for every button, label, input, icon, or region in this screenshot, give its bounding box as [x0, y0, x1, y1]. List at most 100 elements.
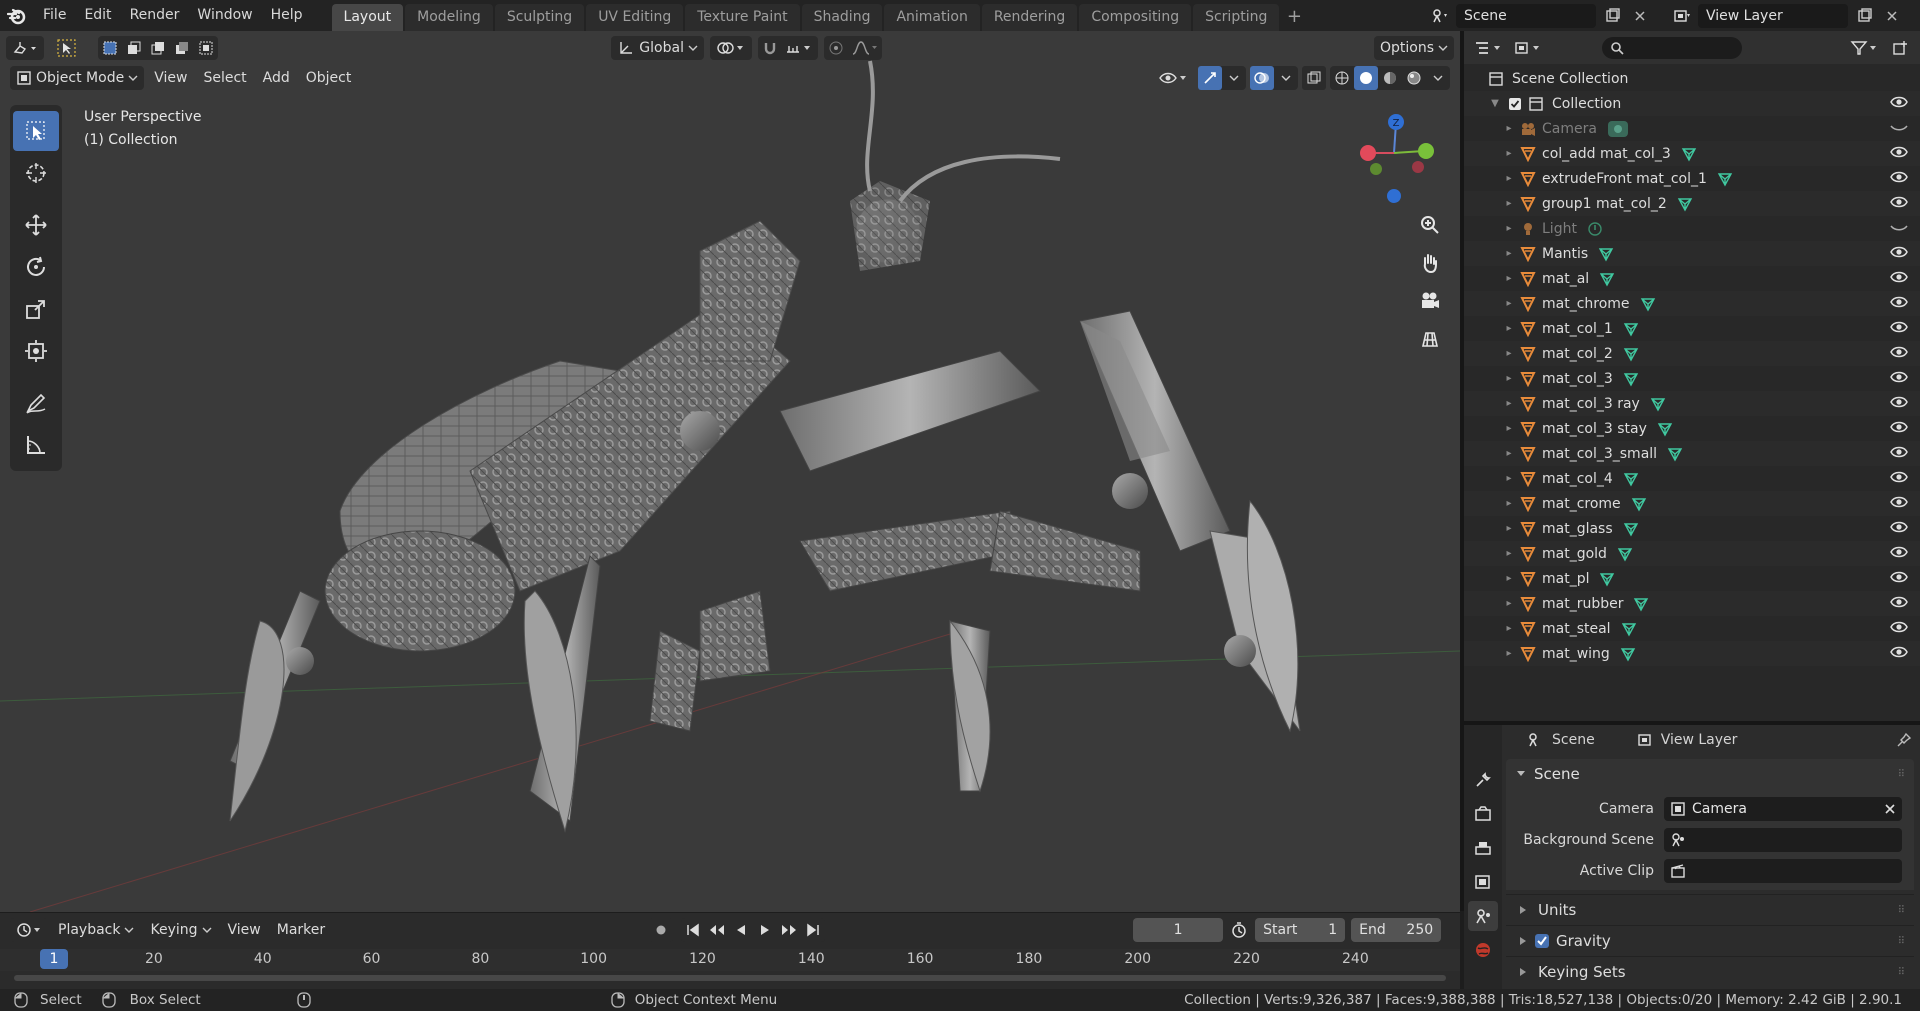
outliner-item[interactable]: ▸ mat_steal	[1464, 616, 1920, 641]
expand-arrow-icon[interactable]: ▸	[1502, 198, 1516, 209]
outliner-collection[interactable]: ▼ Collection	[1464, 91, 1920, 116]
eye-icon[interactable]	[1890, 320, 1908, 334]
expand-arrow-icon[interactable]: ▸	[1502, 123, 1516, 134]
expand-arrow-icon[interactable]: ▸	[1502, 173, 1516, 184]
mesh-data-icon[interactable]	[1640, 296, 1656, 312]
measure-tool-icon[interactable]	[13, 425, 59, 465]
light-data-icon[interactable]	[1587, 221, 1603, 237]
start-frame-field[interactable]: Start 1	[1255, 918, 1346, 942]
mesh-data-icon[interactable]	[1623, 521, 1639, 537]
new-view-layer-icon[interactable]	[1852, 4, 1876, 28]
eye-icon[interactable]	[1890, 170, 1908, 184]
play-icon[interactable]	[753, 918, 777, 942]
mesh-data-icon[interactable]	[1657, 421, 1673, 437]
outliner-item[interactable]: ▸ mat_col_2	[1464, 341, 1920, 366]
eye-icon[interactable]	[1890, 520, 1908, 534]
eye-icon[interactable]	[1890, 570, 1908, 584]
options-dropdown[interactable]: Options	[1373, 36, 1454, 60]
outliner-item[interactable]: ▸ mat_crome	[1464, 491, 1920, 516]
expand-arrow-icon[interactable]: ▸	[1502, 498, 1516, 509]
3d-viewport[interactable]: Global Options Object Mode View Select A…	[0, 31, 1460, 912]
view-layer-icon[interactable]	[1670, 4, 1694, 28]
eye-icon[interactable]	[1890, 620, 1908, 634]
outliner-search-input[interactable]	[1602, 36, 1742, 59]
outliner-item[interactable]: ▸ mat_rubber	[1464, 591, 1920, 616]
menu-add[interactable]: Add	[257, 66, 296, 90]
mesh-data-icon[interactable]	[1681, 146, 1697, 162]
tab-scripting[interactable]: Scripting	[1193, 4, 1280, 31]
mesh-data-icon[interactable]	[1667, 446, 1683, 462]
expand-arrow-icon[interactable]: ▸	[1502, 623, 1516, 634]
zoom-icon[interactable]	[1414, 209, 1446, 241]
view-layer-tab-icon[interactable]	[1468, 867, 1498, 897]
gizmo-neg-x-axis[interactable]	[1412, 161, 1424, 173]
view-layer-field[interactable]: View Layer	[1698, 3, 1848, 28]
gizmo-icon[interactable]	[1198, 66, 1222, 90]
expand-arrow-icon[interactable]: ▸	[1502, 248, 1516, 259]
camera-field[interactable]: Camera	[1664, 796, 1902, 821]
eye-icon[interactable]	[1890, 645, 1908, 659]
expand-arrow-icon[interactable]: ▸	[1502, 648, 1516, 659]
prev-keyframe-icon[interactable]	[705, 918, 729, 942]
menu-select[interactable]: Select	[197, 66, 252, 90]
falloff-curve-icon[interactable]	[848, 36, 882, 60]
expand-arrow-icon[interactable]: ▸	[1502, 548, 1516, 559]
current-frame-indicator[interactable]: 1	[40, 949, 68, 969]
timeline-scrollbar[interactable]	[14, 975, 1446, 981]
eye-icon[interactable]	[1890, 95, 1908, 109]
menu-render[interactable]: Render	[121, 0, 189, 31]
cursor-tool-icon[interactable]	[13, 153, 59, 193]
xray-toggle-icon[interactable]	[1302, 66, 1326, 90]
mesh-data-icon[interactable]	[1717, 171, 1733, 187]
outliner-item[interactable]: ▸ mat_col_3	[1464, 366, 1920, 391]
expand-arrow-icon[interactable]: ▸	[1502, 398, 1516, 409]
mesh-data-icon[interactable]	[1623, 471, 1639, 487]
drag-handle-icon[interactable]: ⠿	[1898, 905, 1905, 916]
scene-icon[interactable]	[1428, 4, 1452, 28]
pin-icon[interactable]	[1896, 732, 1912, 748]
tab-sculpting[interactable]: Sculpting	[494, 4, 585, 31]
tab-texture-paint[interactable]: Texture Paint	[685, 4, 800, 31]
playback-dropdown[interactable]: Playback	[52, 918, 140, 942]
material-shading-icon[interactable]	[1378, 66, 1402, 90]
mesh-data-icon[interactable]	[1633, 596, 1649, 612]
gizmo-x-axis[interactable]	[1360, 145, 1376, 161]
outliner-item[interactable]: ▸ mat_col_3_small	[1464, 441, 1920, 466]
tab-compositing[interactable]: Compositing	[1079, 4, 1192, 31]
expand-arrow-icon[interactable]: ▸	[1502, 273, 1516, 284]
mesh-data-icon[interactable]	[1623, 346, 1639, 362]
chevron-down-icon[interactable]	[1426, 66, 1450, 90]
expand-arrow-icon[interactable]: ▼	[1488, 98, 1502, 109]
tab-modeling[interactable]: Modeling	[405, 4, 493, 31]
camera-view-icon[interactable]	[1414, 285, 1446, 317]
eye-closed-icon[interactable]	[1890, 220, 1908, 234]
mesh-data-icon[interactable]	[1650, 396, 1666, 412]
solid-shading-icon[interactable]	[1354, 66, 1378, 90]
visibility-dropdown[interactable]	[1152, 66, 1194, 90]
jump-end-icon[interactable]	[801, 918, 825, 942]
annotate-tool-icon[interactable]	[13, 383, 59, 423]
transform-orientation-dropdown[interactable]: Global	[611, 36, 704, 60]
preview-range-icon[interactable]	[1227, 918, 1251, 942]
gizmo-neg-y-axis[interactable]	[1370, 163, 1382, 175]
select-extend-icon[interactable]	[122, 36, 146, 60]
mesh-data-icon[interactable]	[1599, 571, 1615, 587]
expand-arrow-icon[interactable]: ▸	[1502, 598, 1516, 609]
outliner-editor-type-icon[interactable]	[1472, 36, 1506, 60]
eye-icon[interactable]	[1890, 445, 1908, 459]
mesh-data-icon[interactable]	[1631, 496, 1647, 512]
overlays-icon[interactable]	[1250, 66, 1274, 90]
mesh-data-icon[interactable]	[1623, 371, 1639, 387]
select-subtract-icon[interactable]	[146, 36, 170, 60]
eye-icon[interactable]	[1890, 345, 1908, 359]
display-mode-icon[interactable]	[1512, 36, 1546, 60]
keying-dropdown[interactable]: Keying	[144, 918, 217, 942]
chevron-down-icon[interactable]	[1222, 66, 1246, 90]
outliner-item[interactable]: ▸ Mantis	[1464, 241, 1920, 266]
new-collection-icon[interactable]	[1888, 36, 1912, 60]
tab-animation[interactable]: Animation	[884, 4, 980, 31]
mesh-data-icon[interactable]	[1599, 271, 1615, 287]
expand-arrow-icon[interactable]: ▸	[1502, 423, 1516, 434]
add-workspace-button[interactable]: +	[1281, 4, 1307, 31]
expand-arrow-icon[interactable]: ▸	[1502, 473, 1516, 484]
